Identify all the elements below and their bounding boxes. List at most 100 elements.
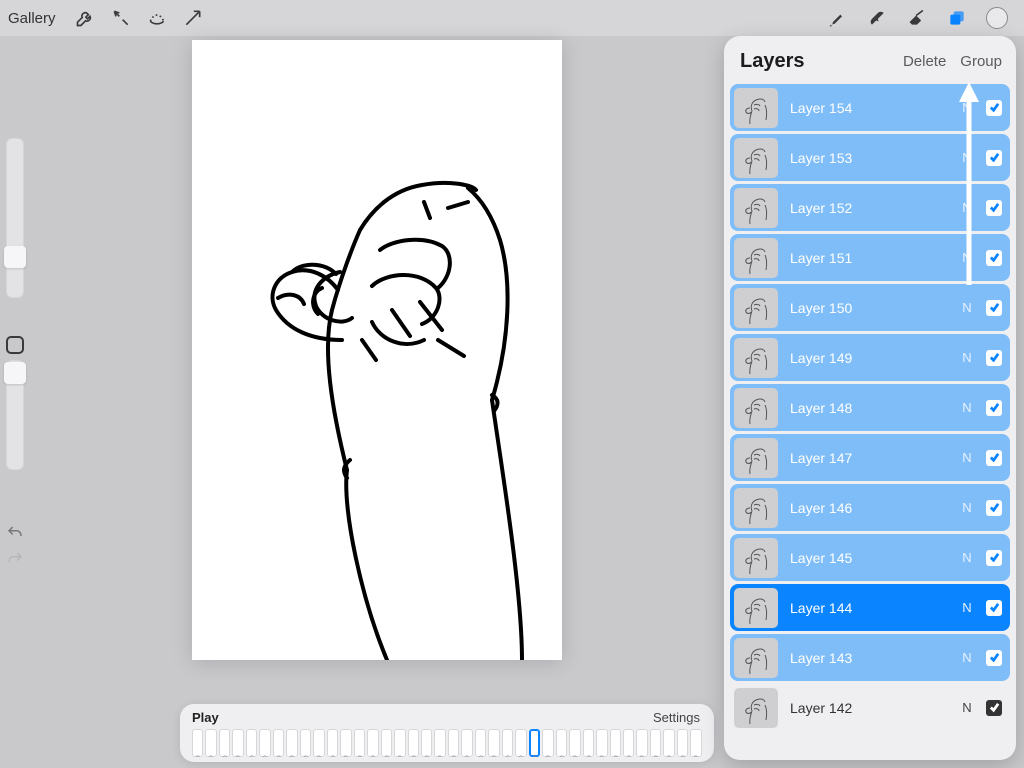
timeline-frame[interactable] — [542, 729, 553, 757]
timeline-frame[interactable] — [246, 729, 257, 757]
timeline-frame[interactable] — [529, 729, 540, 757]
timeline-frame[interactable] — [623, 729, 634, 757]
modify-button[interactable] — [6, 336, 24, 354]
layer-row[interactable]: Layer 144 N — [730, 584, 1010, 631]
visibility-checkbox[interactable] — [986, 600, 1002, 616]
layer-row[interactable]: Layer 149 N — [730, 334, 1010, 381]
timeline-frame[interactable] — [583, 729, 594, 757]
layer-row[interactable]: Layer 152 N — [730, 184, 1010, 231]
layer-row[interactable]: Layer 151 N — [730, 234, 1010, 281]
blend-mode-indicator[interactable]: N — [960, 100, 974, 115]
adjustments-icon[interactable] — [110, 7, 132, 29]
delete-button[interactable]: Delete — [903, 53, 946, 70]
brush-icon[interactable] — [826, 7, 848, 29]
timeline-frame[interactable] — [475, 729, 486, 757]
timeline-frame[interactable] — [192, 729, 203, 757]
layer-row[interactable]: Layer 147 N — [730, 434, 1010, 481]
timeline-frame[interactable] — [677, 729, 688, 757]
timeline-frame[interactable] — [690, 729, 701, 757]
visibility-checkbox[interactable] — [986, 500, 1002, 516]
play-button[interactable]: Play — [192, 710, 219, 725]
layer-row[interactable]: Layer 146 N — [730, 484, 1010, 531]
gallery-button[interactable]: Gallery — [8, 10, 60, 27]
slider-thumb[interactable] — [4, 246, 26, 268]
timeline-frame[interactable] — [488, 729, 499, 757]
timeline-frame[interactable] — [381, 729, 392, 757]
visibility-checkbox[interactable] — [986, 350, 1002, 366]
blend-mode-indicator[interactable]: N — [960, 150, 974, 165]
visibility-checkbox[interactable] — [986, 700, 1002, 716]
blend-mode-indicator[interactable]: N — [960, 550, 974, 565]
blend-mode-indicator[interactable]: N — [960, 500, 974, 515]
timeline-frame[interactable] — [556, 729, 567, 757]
timeline-frame[interactable] — [273, 729, 284, 757]
timeline-frame[interactable] — [515, 729, 526, 757]
timeline-frame[interactable] — [354, 729, 365, 757]
timeline-settings-button[interactable]: Settings — [653, 710, 702, 725]
timeline-frame[interactable] — [569, 729, 580, 757]
timeline-frame[interactable] — [394, 729, 405, 757]
visibility-checkbox[interactable] — [986, 550, 1002, 566]
timeline-frame[interactable] — [327, 729, 338, 757]
timeline-frame[interactable] — [205, 729, 216, 757]
blend-mode-indicator[interactable]: N — [960, 400, 974, 415]
group-button[interactable]: Group — [960, 53, 1002, 70]
slider-thumb[interactable] — [4, 362, 26, 384]
opacity-slider[interactable] — [6, 360, 24, 470]
timeline-frame[interactable] — [408, 729, 419, 757]
smudge-icon[interactable] — [866, 7, 888, 29]
timeline-frame[interactable] — [367, 729, 378, 757]
layer-row[interactable]: Layer 150 N — [730, 284, 1010, 331]
timeline-frame[interactable] — [663, 729, 674, 757]
frame-strip[interactable] — [192, 729, 702, 757]
undo-button[interactable] — [6, 524, 24, 542]
blend-mode-indicator[interactable]: N — [960, 650, 974, 665]
visibility-checkbox[interactable] — [986, 200, 1002, 216]
canvas[interactable] — [192, 40, 562, 660]
eraser-icon[interactable] — [906, 7, 928, 29]
redo-button[interactable] — [6, 550, 24, 568]
timeline-frame[interactable] — [434, 729, 445, 757]
wrench-icon[interactable] — [74, 7, 96, 29]
visibility-checkbox[interactable] — [986, 150, 1002, 166]
visibility-checkbox[interactable] — [986, 450, 1002, 466]
blend-mode-indicator[interactable]: N — [960, 300, 974, 315]
move-icon[interactable] — [182, 7, 204, 29]
timeline-frame[interactable] — [421, 729, 432, 757]
blend-mode-indicator[interactable]: N — [960, 600, 974, 615]
visibility-checkbox[interactable] — [986, 250, 1002, 266]
timeline-frame[interactable] — [340, 729, 351, 757]
timeline-frame[interactable] — [219, 729, 230, 757]
timeline-frame[interactable] — [232, 729, 243, 757]
blend-mode-indicator[interactable]: N — [960, 200, 974, 215]
timeline-frame[interactable] — [636, 729, 647, 757]
layer-row[interactable]: Layer 148 N — [730, 384, 1010, 431]
blend-mode-indicator[interactable]: N — [960, 700, 974, 715]
timeline-frame[interactable] — [610, 729, 621, 757]
visibility-checkbox[interactable] — [986, 100, 1002, 116]
timeline-frame[interactable] — [448, 729, 459, 757]
timeline-frame[interactable] — [313, 729, 324, 757]
color-swatch[interactable] — [986, 7, 1008, 29]
layer-row[interactable]: Layer 153 N — [730, 134, 1010, 181]
timeline-frame[interactable] — [286, 729, 297, 757]
timeline-frame[interactable] — [461, 729, 472, 757]
visibility-checkbox[interactable] — [986, 300, 1002, 316]
layer-row[interactable]: Layer 142 N — [730, 684, 1010, 731]
layer-row[interactable]: Layer 143 N — [730, 634, 1010, 681]
blend-mode-indicator[interactable]: N — [960, 250, 974, 265]
layers-icon[interactable] — [946, 7, 968, 29]
timeline-frame[interactable] — [596, 729, 607, 757]
brush-size-slider[interactable] — [6, 138, 24, 298]
blend-mode-indicator[interactable]: N — [960, 450, 974, 465]
layer-row[interactable]: Layer 145 N — [730, 534, 1010, 581]
visibility-checkbox[interactable] — [986, 400, 1002, 416]
timeline-frame[interactable] — [259, 729, 270, 757]
timeline-frame[interactable] — [300, 729, 311, 757]
timeline-frame[interactable] — [650, 729, 661, 757]
layer-row[interactable]: Layer 154 N — [730, 84, 1010, 131]
selection-icon[interactable] — [146, 7, 168, 29]
visibility-checkbox[interactable] — [986, 650, 1002, 666]
timeline-frame[interactable] — [502, 729, 513, 757]
blend-mode-indicator[interactable]: N — [960, 350, 974, 365]
